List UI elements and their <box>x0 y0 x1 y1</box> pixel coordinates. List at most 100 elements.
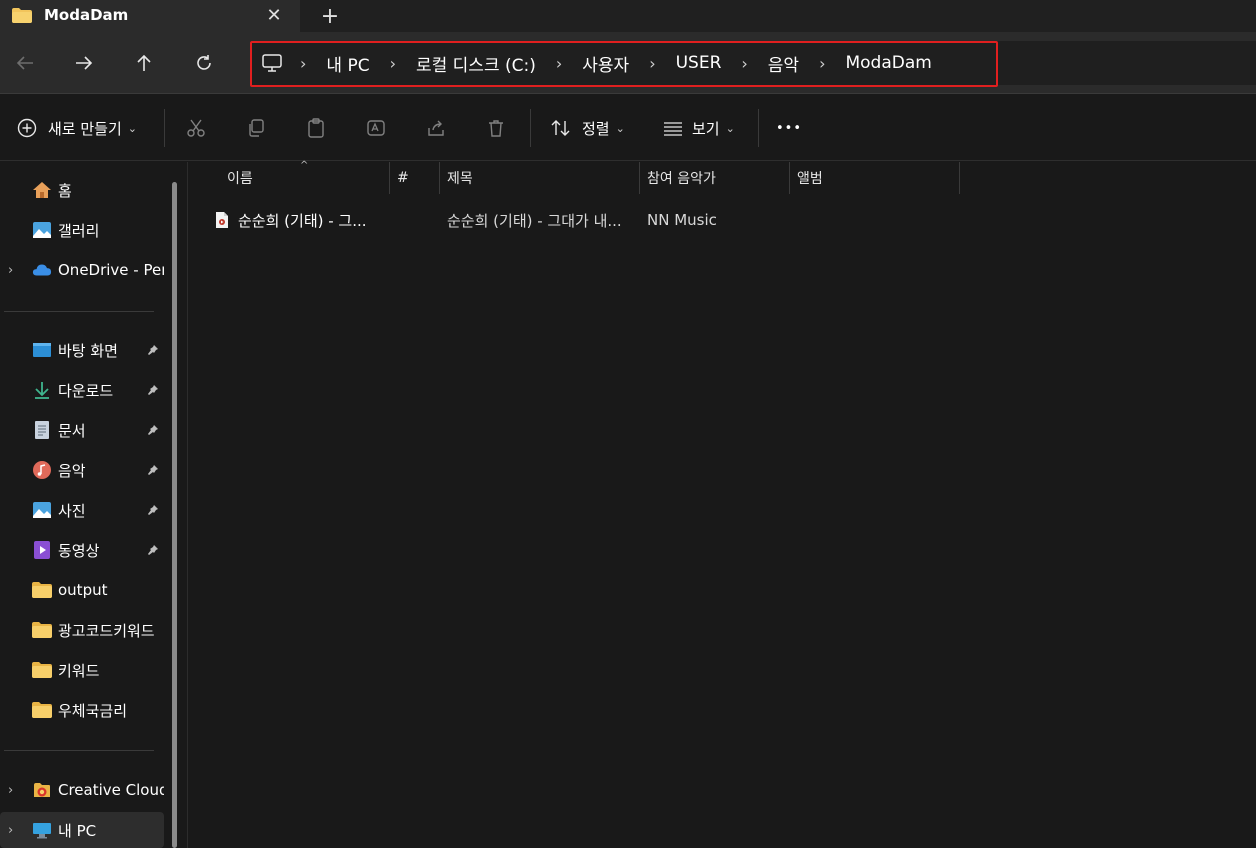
breadcrumb-music[interactable]: 음악 <box>762 51 805 76</box>
sidebar-item-pictures[interactable]: 사진 <box>0 492 164 528</box>
view-label: 보기 <box>692 119 720 138</box>
scissors-icon <box>183 115 209 141</box>
sidebar-item-desktop[interactable]: 바탕 화면 <box>0 332 164 368</box>
sidebar-item-postal-rate[interactable]: 우체국금리 <box>0 692 164 728</box>
file-artist: NN Music <box>647 211 717 229</box>
sidebar-item-label: Creative Cloud <box>58 781 164 799</box>
sidebar-item-videos[interactable]: 동영상 <box>0 532 164 568</box>
chevron-down-icon: ⌄ <box>615 121 625 135</box>
column-divider[interactable] <box>389 162 390 194</box>
sidebar-item-label: OneDrive - Pers <box>58 261 164 279</box>
pin-icon[interactable] <box>146 343 160 357</box>
sidebar-item-onedrive[interactable]: › OneDrive - Pers <box>0 252 164 288</box>
breadcrumb-this-pc[interactable]: 내 PC <box>320 51 375 76</box>
pin-icon[interactable] <box>146 423 160 437</box>
view-button[interactable]: 보기 ⌄ <box>660 115 735 141</box>
arrow-right-icon <box>76 56 93 70</box>
rename-button[interactable] <box>363 115 389 141</box>
download-icon <box>32 380 52 400</box>
arrow-left-icon <box>16 56 33 70</box>
divider <box>164 109 165 147</box>
arrow-up-icon <box>137 54 151 71</box>
sidebar-item-ad-code-keyword[interactable]: 광고코드키워드 <box>0 612 164 648</box>
breadcrumb-users[interactable]: 사용자 <box>576 51 635 76</box>
tab-title: ModaDam <box>44 6 129 24</box>
breadcrumb-separator: › <box>741 53 748 73</box>
music-icon <box>32 460 52 480</box>
column-divider[interactable] <box>789 162 790 194</box>
up-button[interactable] <box>130 49 158 77</box>
breadcrumb-modadam[interactable]: ModaDam <box>839 53 937 73</box>
chevron-down-icon: ⌄ <box>725 121 735 135</box>
column-header-album[interactable]: 앨범 <box>797 162 823 194</box>
column-header-artist[interactable]: 참여 음악가 <box>647 162 716 194</box>
chevron-right-icon[interactable]: › <box>8 783 13 798</box>
sort-icon <box>548 115 574 141</box>
copy-icon <box>243 115 269 141</box>
sort-ascending-icon: ^ <box>300 160 309 171</box>
pin-icon[interactable] <box>146 503 160 517</box>
column-divider[interactable] <box>639 162 640 194</box>
sidebar-item-gallery[interactable]: 갤러리 <box>0 212 164 248</box>
sidebar-item-label: 키워드 <box>58 661 100 680</box>
divider <box>4 311 154 312</box>
file-title: 순순희 (기태) - 그대가 내... <box>447 211 622 230</box>
sidebar-scrollbar[interactable] <box>172 182 177 848</box>
copy-button[interactable] <box>243 115 269 141</box>
this-pc-icon <box>32 820 52 840</box>
file-name: 순순희 (기태) - 그... <box>238 211 367 230</box>
sidebar-item-music[interactable]: 음악 <box>0 452 164 488</box>
computer-icon[interactable] <box>258 54 286 72</box>
pane-divider[interactable] <box>187 162 188 848</box>
cut-button[interactable] <box>183 115 209 141</box>
forward-button[interactable] <box>70 49 98 77</box>
onedrive-icon <box>32 260 52 280</box>
breadcrumb-user[interactable]: USER <box>670 53 728 73</box>
chevron-down-icon: ⌄ <box>127 121 137 135</box>
sidebar-item-home[interactable]: 홈 <box>0 172 164 208</box>
view-list-icon <box>660 115 686 141</box>
divider <box>4 750 154 751</box>
sort-button[interactable]: 정렬 ⌄ <box>548 115 625 141</box>
navigation-pane: 홈 갤러리 › OneDrive - Pers 바탕 화면 다운로드 문서 음악… <box>0 162 188 848</box>
sidebar-item-downloads[interactable]: 다운로드 <box>0 372 164 408</box>
share-icon <box>423 115 449 141</box>
share-button[interactable] <box>423 115 449 141</box>
sidebar-item-this-pc[interactable]: › 내 PC <box>0 812 164 848</box>
paste-button[interactable] <box>303 115 329 141</box>
audio-file-icon <box>215 202 233 238</box>
pin-icon[interactable] <box>146 463 160 477</box>
sidebar-item-documents[interactable]: 문서 <box>0 412 164 448</box>
refresh-button[interactable] <box>190 49 218 77</box>
rename-icon <box>363 115 389 141</box>
videos-icon <box>32 540 52 560</box>
delete-button[interactable] <box>483 115 509 141</box>
column-header-number[interactable]: # <box>397 162 409 194</box>
breadcrumb-local-disk[interactable]: 로컬 디스크 (C:) <box>410 51 542 76</box>
new-tab-button[interactable]: + <box>318 4 342 29</box>
sort-label: 정렬 <box>582 119 610 138</box>
new-button[interactable]: 새로 만들기 ⌄ <box>14 115 137 141</box>
column-header-title[interactable]: 제목 <box>447 162 473 194</box>
sidebar-item-label: 홈 <box>58 181 72 200</box>
pin-icon[interactable] <box>146 383 160 397</box>
close-tab-icon[interactable]: ✕ <box>264 5 284 26</box>
column-header-name[interactable]: 이름 <box>227 162 253 194</box>
pin-icon[interactable] <box>146 543 160 557</box>
chevron-right-icon[interactable]: › <box>8 263 13 278</box>
sidebar-item-keyword[interactable]: 키워드 <box>0 652 164 688</box>
sidebar-item-creative-cloud[interactable]: › Creative Cloud <box>0 772 164 808</box>
plus-circle-icon <box>14 115 40 141</box>
more-options-button[interactable]: ••• <box>776 115 802 141</box>
back-button[interactable] <box>11 49 39 77</box>
tab-modadam[interactable]: ModaDam ✕ <box>0 0 300 32</box>
file-list-header: ^ 이름 # 제목 참여 음악가 앨범 <box>188 160 1256 194</box>
sidebar-item-label: 내 PC <box>58 821 97 840</box>
sidebar-item-label: 갤러리 <box>58 221 100 240</box>
table-row[interactable]: 순순희 (기태) - 그... 순순희 (기태) - 그대가 내... NN M… <box>188 202 1256 238</box>
column-divider[interactable] <box>959 162 960 194</box>
folder-icon <box>32 700 52 720</box>
chevron-right-icon[interactable]: › <box>8 823 13 838</box>
sidebar-item-output[interactable]: output <box>0 572 164 608</box>
column-divider[interactable] <box>439 162 440 194</box>
